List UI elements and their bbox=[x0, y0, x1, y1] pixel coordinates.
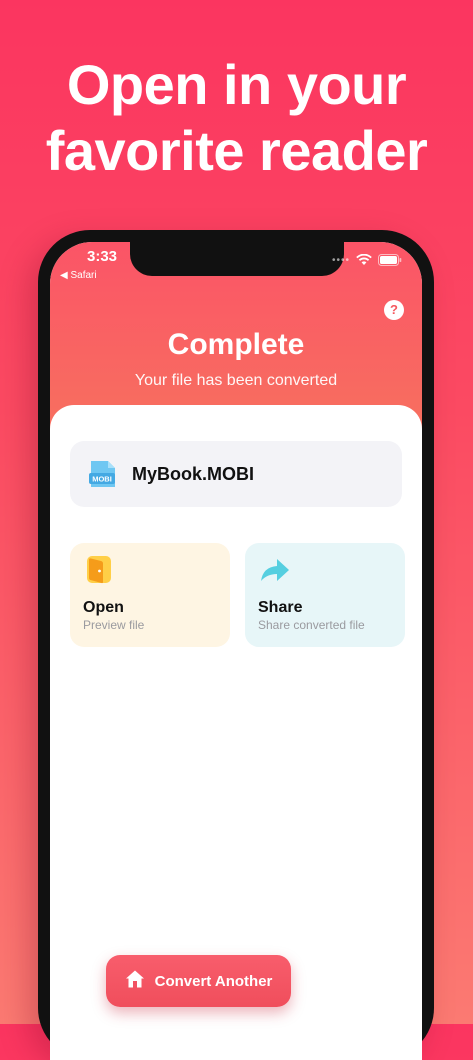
home-icon bbox=[125, 969, 145, 993]
share-tile-subtitle: Share converted file bbox=[258, 618, 365, 632]
wifi-icon bbox=[356, 254, 372, 266]
battery-icon bbox=[378, 254, 402, 266]
share-tile-title: Share bbox=[258, 599, 303, 616]
phone-frame: 3:33 ◀ Safari •••• ? Complete Your file … bbox=[38, 230, 434, 1060]
page-title: Complete bbox=[167, 328, 305, 361]
help-button[interactable]: ? bbox=[384, 300, 404, 320]
status-time: 3:33 bbox=[87, 248, 118, 265]
converted-file-row[interactable]: MOBI MyBook.MOBI bbox=[70, 441, 402, 507]
phone-screen: 3:33 ◀ Safari •••• ? Complete Your file … bbox=[50, 242, 422, 1060]
open-tile-title: Open bbox=[83, 599, 124, 616]
headline-line-1: Open in your bbox=[66, 53, 407, 116]
back-to-safari-link[interactable]: ◀ Safari bbox=[60, 270, 97, 281]
share-arrow-icon bbox=[259, 555, 291, 590]
share-file-tile[interactable]: Share Share converted file bbox=[245, 543, 405, 647]
door-icon bbox=[84, 555, 114, 590]
phone-notch bbox=[130, 242, 344, 276]
file-name: MyBook.MOBI bbox=[132, 463, 255, 484]
signal-dots: •••• bbox=[331, 254, 350, 266]
open-tile-subtitle: Preview file bbox=[83, 618, 145, 632]
open-file-tile[interactable]: Open Preview file bbox=[70, 543, 230, 647]
page-subtitle: Your file has been converted bbox=[134, 372, 338, 389]
convert-another-label: Convert Another bbox=[154, 972, 273, 990]
file-icon-text: MOBI bbox=[92, 475, 112, 484]
headline-line-2: favorite reader bbox=[45, 119, 428, 182]
mobi-file-icon: MOBI bbox=[88, 459, 118, 489]
status-indicators: •••• bbox=[332, 254, 402, 266]
marketing-headline: Open in your favorite reader bbox=[0, 52, 473, 184]
convert-another-button[interactable]: Convert Another bbox=[106, 955, 291, 1007]
